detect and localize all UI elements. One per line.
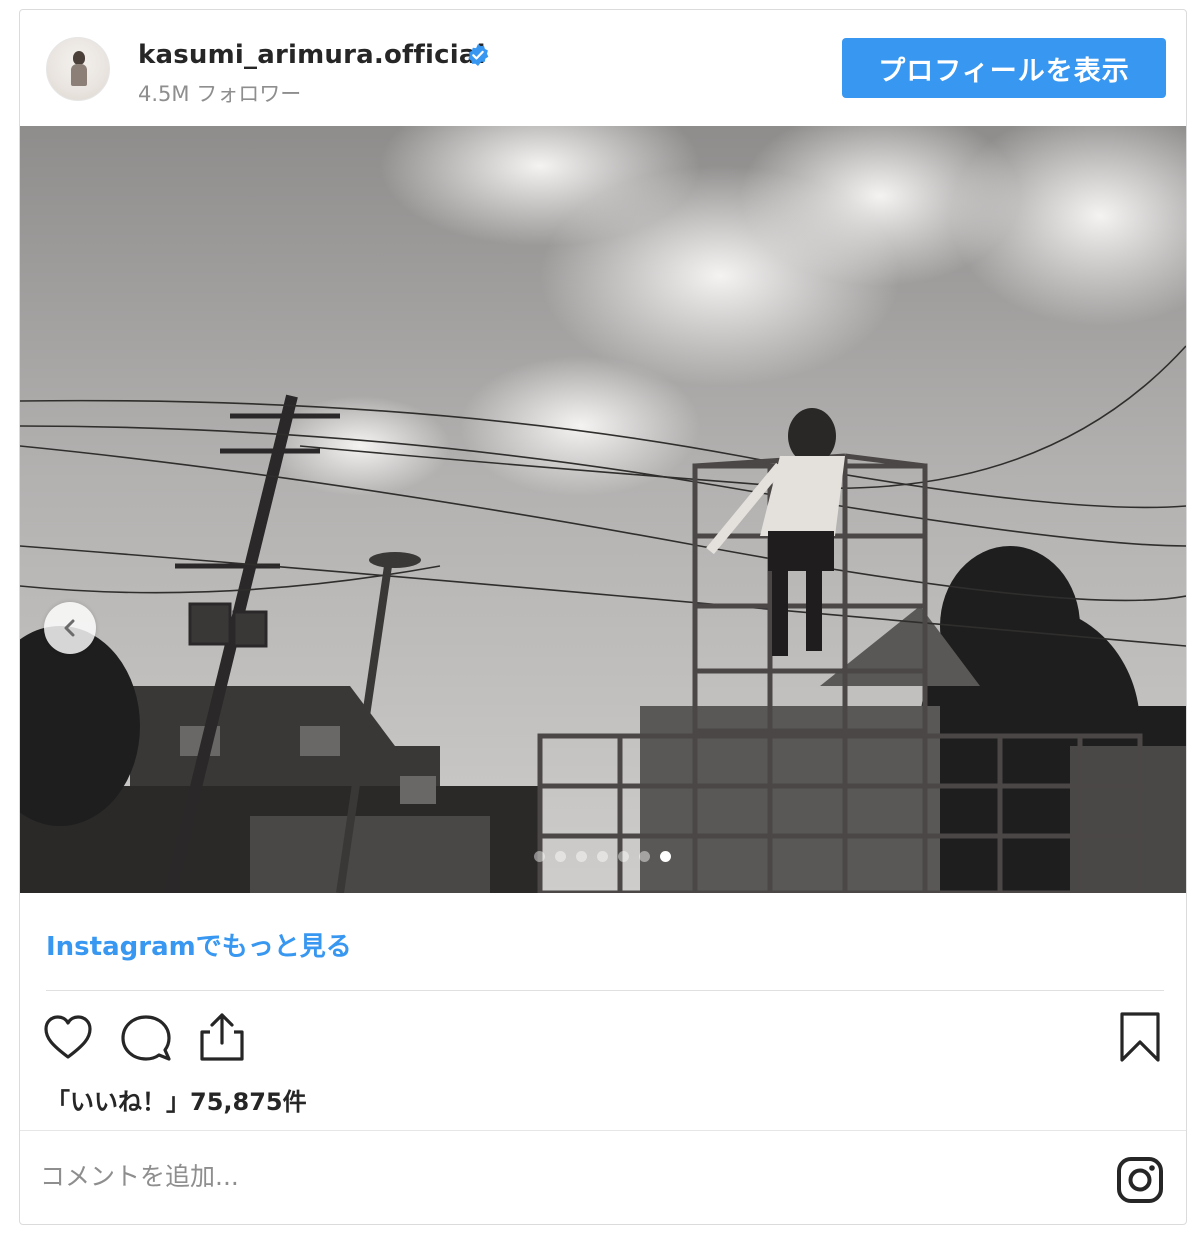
username[interactable]: kasumi_arimura.official: [138, 40, 486, 70]
post-header: kasumi_arimura.official 4.5M フォロワー プロフィー…: [20, 10, 1186, 127]
carousel-dot[interactable]: [576, 851, 587, 862]
divider: [20, 1130, 1186, 1131]
follower-count: 4.5M フォロワー: [138, 82, 302, 106]
carousel-dot[interactable]: [597, 851, 608, 862]
carousel-dot-active[interactable]: [660, 851, 671, 862]
divider: [46, 990, 1164, 991]
carousel-dots: [534, 851, 671, 863]
view-profile-button[interactable]: プロフィールを表示: [842, 38, 1166, 98]
post-photo[interactable]: [20, 126, 1186, 893]
carousel-prev-button[interactable]: [44, 602, 96, 654]
carousel-dot[interactable]: [618, 851, 629, 862]
photo-illustration: [20, 126, 1186, 893]
share-icon[interactable]: [194, 1010, 250, 1066]
carousel-dot[interactable]: [555, 851, 566, 862]
like-count: 「いいね！」75,875件: [46, 1088, 307, 1116]
bookmark-icon[interactable]: [1112, 1010, 1168, 1066]
carousel-dot[interactable]: [639, 851, 650, 862]
avatar[interactable]: [46, 37, 110, 101]
avatar-figure-head: [73, 51, 85, 65]
comment-icon[interactable]: [118, 1010, 174, 1066]
verified-badge-icon: [468, 44, 489, 66]
chevron-left-icon: [64, 619, 75, 637]
view-more-on-instagram-link[interactable]: Instagramでもっと見る: [46, 926, 352, 963]
instagram-embed-card: kasumi_arimura.official 4.5M フォロワー プロフィー…: [19, 9, 1187, 1225]
comment-input[interactable]: [40, 1150, 1080, 1202]
avatar-figure-body: [71, 64, 87, 86]
instagram-glyph-icon[interactable]: [1116, 1156, 1164, 1204]
carousel-dot[interactable]: [534, 851, 545, 862]
heart-icon[interactable]: [40, 1010, 96, 1066]
